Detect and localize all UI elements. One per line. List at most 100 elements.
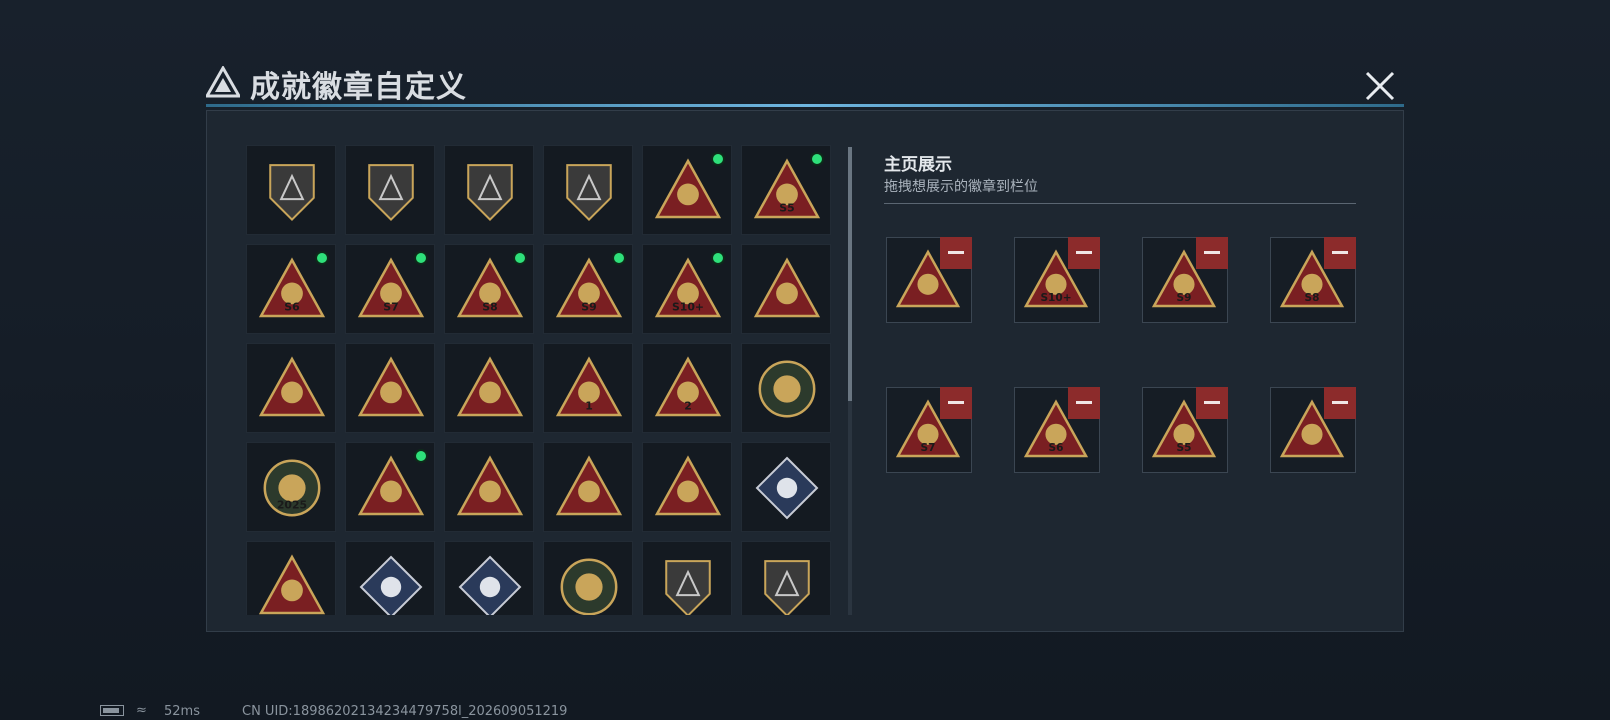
display-section-subtitle: 拖拽想展示的徽章到栏位 [884,179,1038,195]
vest-badge-icon: S6 [258,257,326,318]
display-slot-7[interactable]: S5 [1142,387,1228,473]
remove-badge-button[interactable] [1324,237,1356,269]
badge-cell-medal[interactable] [741,244,831,334]
battery-icon [100,705,124,716]
badge-cell-crest[interactable] [642,541,732,615]
badge-cell-trophy-box[interactable] [345,442,435,532]
delta-badge-icon [269,164,315,221]
badge-cell-hands[interactable] [543,442,633,532]
svg-text:S7: S7 [383,300,398,313]
trophy-box-badge-icon [357,455,425,516]
display-slot-3[interactable]: S9 [1142,237,1228,323]
badge-cell-cup[interactable] [246,343,336,433]
badge-cell-kneel[interactable] [444,442,534,532]
svg-text:S8: S8 [1305,292,1320,304]
badge-cell-helicopter[interactable] [345,145,435,235]
star-badge-icon [560,558,618,615]
badge-cell-lantern[interactable]: S8 [444,244,534,334]
cup-badge-icon [258,356,326,417]
display-section-divider [884,203,1356,204]
badge-cell-diamond[interactable] [444,145,534,235]
display-slot-1[interactable] [886,237,972,323]
display-slot-6[interactable]: S6 [1014,387,1100,473]
selected-indicator [711,152,725,166]
badge-cell-box[interactable]: S7 [345,244,435,334]
svg-text:S10+: S10+ [1040,292,1071,304]
badge-cell-bowl[interactable] [345,343,435,433]
svg-text:2025: 2025 [277,498,307,511]
remove-badge-button[interactable] [1324,387,1356,419]
header-accent-line [206,104,1404,107]
display-slot-2[interactable]: S10+ [1014,237,1100,323]
gem-badge-icon [755,456,819,520]
remove-badge-button[interactable] [1196,387,1228,419]
svg-text:S5: S5 [1177,442,1192,454]
badge-cell-jetski[interactable] [444,541,534,615]
badge-cell-sniper[interactable] [444,343,534,433]
eagle-badge-icon: S10+ [654,257,722,318]
remove-badge-button[interactable] [1068,387,1100,419]
cannon-badge-icon: S9 [555,257,623,318]
svg-text:S9: S9 [581,300,596,313]
grid-scrollbar-thumb[interactable] [848,147,852,401]
crocodile-badge-icon [758,360,816,418]
badge-grid[interactable]: S5 S6 S7 S8 S9 S10+ 1 2 2025 [246,145,844,615]
badge-cell-gem[interactable] [741,442,831,532]
badge-cell-squad[interactable] [642,442,732,532]
jetski-badge-icon [458,555,522,615]
remove-badge-button[interactable] [940,237,972,269]
diamond-badge-icon [467,164,513,221]
wifi-icon: ≈ [136,703,147,718]
selected-indicator [810,152,824,166]
remove-badge-button[interactable] [1068,237,1100,269]
display-slot-5[interactable]: S7 [886,387,972,473]
squad-badge-icon [654,455,722,516]
svg-text:S8: S8 [482,300,497,313]
crest-badge-icon [665,560,711,615]
remove-badge-button[interactable] [1196,237,1228,269]
svg-text:S5: S5 [779,201,794,214]
badge-cell-star[interactable] [543,541,633,615]
badge-cell-pack[interactable]: S5 [741,145,831,235]
badge-cell-radar[interactable] [642,145,732,235]
remove-badge-button[interactable] [940,387,972,419]
selected-indicator [414,251,428,265]
delta-logo-icon [206,66,240,98]
display-slot-8[interactable] [1270,387,1356,473]
launcher-badge-icon [359,555,423,615]
delta-force-2025-badge-icon: 2025 [263,459,321,517]
badge-cell-launcher[interactable] [345,541,435,615]
display-slot-4[interactable]: S8 [1270,237,1356,323]
svg-text:1: 1 [585,399,593,412]
modal-title: 成就徽章自定义 [250,70,467,105]
badge-cell-eagle[interactable]: S10+ [642,244,732,334]
hands-badge-icon [555,455,623,516]
medal-badge-icon [753,257,821,318]
badge-cell-crocodile[interactable] [741,343,831,433]
selected-indicator [612,251,626,265]
badge-cell-vest[interactable]: S6 [246,244,336,334]
badge-cell-two[interactable]: 2 [642,343,732,433]
badge-cell-delta-force-2025[interactable]: 2025 [246,442,336,532]
selected-indicator [414,449,428,463]
display-section-title: 主页展示 [884,155,952,175]
close-icon[interactable] [1362,68,1398,104]
badge-cell-delta[interactable] [246,145,336,235]
selected-indicator [513,251,527,265]
two-badge-icon: 2 [654,356,722,417]
badge-cell-stars-crest[interactable] [741,541,831,615]
svg-text:S10+: S10+ [672,300,704,313]
pack-badge-icon: S5 [753,158,821,219]
badge-cell-blade[interactable] [543,145,633,235]
svg-text:S7: S7 [921,442,936,454]
svg-text:S6: S6 [1049,442,1064,454]
svg-text:S6: S6 [284,300,299,313]
sniper-badge-icon [456,356,524,417]
selected-indicator [315,251,329,265]
selected-indicator [711,251,725,265]
modal-header: 成就徽章自定义 [206,60,1406,108]
badge-cell-diver[interactable] [246,541,336,615]
badge-cell-one[interactable]: 1 [543,343,633,433]
ping-readout: 52ms [164,704,200,719]
badge-cell-cannon[interactable]: S9 [543,244,633,334]
